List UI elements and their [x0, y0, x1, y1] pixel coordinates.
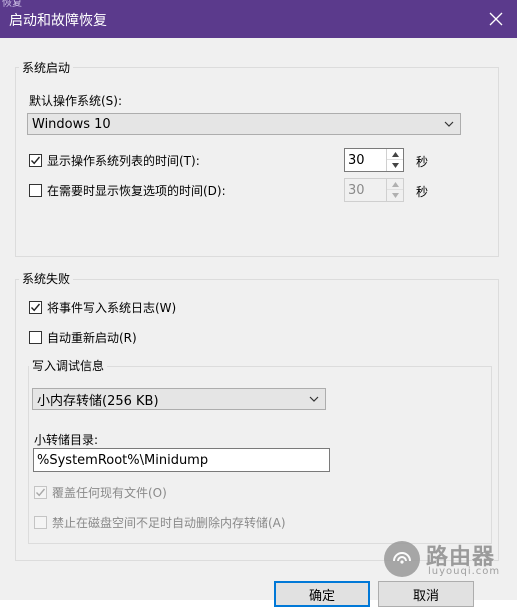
dump-type-value: 小内存转储(256 KB): [37, 393, 159, 409]
system-startup-legend: 系统启动: [19, 59, 74, 76]
spin-down-button: [387, 190, 403, 201]
disable-auto-delete-checkbox: [34, 515, 47, 529]
chevron-down-icon: [444, 121, 454, 127]
disable-auto-delete-label: 禁止在磁盘空间不足时自动删除内存转储(A): [52, 515, 286, 530]
default-os-label: 默认操作系统(S):: [29, 94, 123, 108]
default-os-select[interactable]: Windows 10: [27, 113, 461, 135]
write-event-checkbox[interactable]: [29, 300, 42, 314]
show-os-list-row[interactable]: 显示操作系统列表的时间(T):: [29, 152, 200, 168]
cancel-button-label: 取消: [412, 588, 439, 604]
dump-dir-label: 小转储目录:: [34, 433, 99, 447]
arrow-up-icon: [391, 181, 399, 187]
dump-dir-value: %SystemRoot%\Minidump: [37, 452, 209, 468]
arrow-down-icon: [391, 163, 399, 168]
overwrite-row: 覆盖任何现有文件(O): [34, 484, 167, 500]
checkmark-icon: [30, 156, 41, 164]
dialog-title: 启动和故障恢复: [9, 13, 107, 29]
show-recovery-time-input: [348, 181, 384, 199]
spinner-buttons: [386, 149, 403, 171]
close-icon: [489, 12, 503, 26]
spin-up-button: [387, 179, 403, 190]
show-os-list-unit: 秒: [416, 155, 429, 169]
arrow-down-icon: [391, 193, 399, 198]
auto-restart-checkbox[interactable]: [29, 330, 42, 344]
show-os-list-checkbox[interactable]: [29, 153, 42, 167]
show-recovery-row[interactable]: 在需要时显示恢复选项的时间(D):: [29, 182, 226, 198]
auto-restart-label: 自动重新启动(R): [47, 330, 137, 345]
cancel-button[interactable]: 取消: [378, 581, 474, 607]
disable-auto-delete-row: 禁止在磁盘空间不足时自动删除内存转储(A): [34, 514, 286, 530]
ok-button-label: 确定: [308, 588, 335, 604]
show-os-list-label: 显示操作系统列表的时间(T):: [47, 153, 200, 168]
startup-recovery-dialog: 恢复 启动和故障恢复 系统启动 默认操作系统(S): Windows 10 显示…: [0, 0, 517, 607]
show-os-list-time-input[interactable]: [348, 151, 384, 169]
show-recovery-label: 在需要时显示恢复选项的时间(D):: [47, 183, 226, 198]
auto-restart-row[interactable]: 自动重新启动(R): [29, 329, 137, 345]
title-bar[interactable]: 恢复 启动和故障恢复: [0, 0, 517, 38]
chevron-down-icon: [309, 396, 319, 402]
write-event-row[interactable]: 将事件写入系统日志(W): [29, 299, 176, 315]
show-recovery-time-spinner: [344, 178, 404, 202]
router-logo-icon: [384, 541, 420, 577]
watermark-url: luyouqi.com: [428, 566, 501, 577]
spinner-buttons: [386, 179, 403, 201]
ok-button[interactable]: 确定: [274, 581, 370, 607]
write-event-label: 将事件写入系统日志(W): [47, 300, 177, 315]
show-recovery-unit: 秒: [416, 185, 429, 199]
spin-up-button[interactable]: [387, 149, 403, 160]
dump-type-select[interactable]: 小内存转储(256 KB): [32, 388, 326, 410]
overwrite-label: 覆盖任何现有文件(O): [52, 485, 167, 500]
close-button[interactable]: [475, 0, 517, 38]
default-os-value: Windows 10: [32, 116, 111, 132]
overwrite-checkbox: [34, 485, 47, 499]
system-failure-legend: 系统失败: [19, 270, 74, 287]
checkmark-icon: [35, 488, 46, 496]
debug-info-legend: 写入调试信息: [29, 357, 108, 374]
spin-down-button[interactable]: [387, 160, 403, 171]
arrow-up-icon: [391, 151, 399, 157]
site-watermark: 路由器 luyouqi.com: [384, 539, 516, 583]
show-recovery-checkbox[interactable]: [29, 183, 42, 197]
checkmark-icon: [30, 303, 41, 311]
dump-dir-input[interactable]: %SystemRoot%\Minidump: [33, 448, 330, 472]
show-os-list-time-spinner[interactable]: [344, 148, 404, 172]
behind-window-title: 恢复: [2, 0, 22, 9]
